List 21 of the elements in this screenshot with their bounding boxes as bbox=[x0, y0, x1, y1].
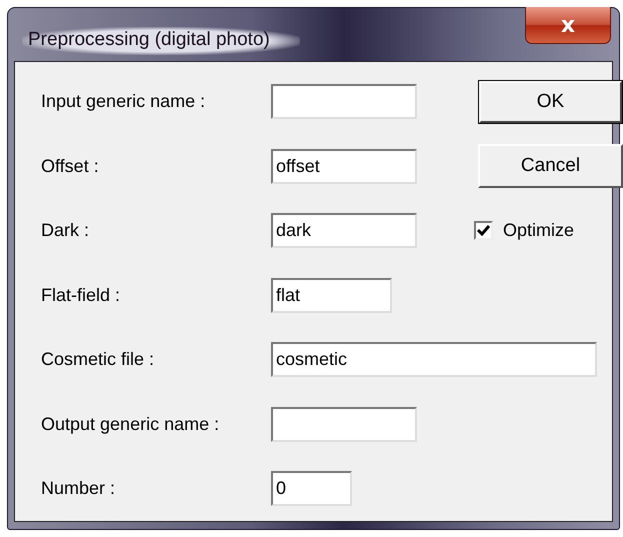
text-field[interactable]: flat bbox=[271, 278, 392, 313]
field-label: Offset : bbox=[41, 156, 99, 177]
check-icon bbox=[477, 225, 490, 236]
ok-button[interactable]: OK bbox=[478, 80, 623, 124]
field-label: Cosmetic file : bbox=[41, 349, 154, 370]
text-field[interactable] bbox=[271, 84, 417, 120]
field-label: Flat-field : bbox=[41, 284, 120, 306]
cancel-button[interactable]: Cancel bbox=[478, 144, 623, 188]
field-label: Dark : bbox=[41, 220, 90, 242]
text-field[interactable]: dark bbox=[271, 213, 417, 248]
field-label: Output generic name : bbox=[41, 414, 220, 435]
text-field[interactable]: offset bbox=[271, 148, 417, 184]
text-field[interactable]: 0 bbox=[271, 471, 352, 506]
window-title: Preprocessing (digital photo) bbox=[22, 27, 300, 55]
text-field[interactable] bbox=[271, 406, 417, 442]
text-field[interactable]: cosmetic bbox=[271, 342, 597, 378]
field-label: Input generic name : bbox=[41, 91, 206, 112]
checkbox[interactable] bbox=[474, 221, 493, 240]
checkbox-label[interactable]: Optimize bbox=[503, 220, 574, 242]
field-label: Number : bbox=[41, 478, 116, 500]
close-button[interactable]: x bbox=[525, 7, 611, 44]
